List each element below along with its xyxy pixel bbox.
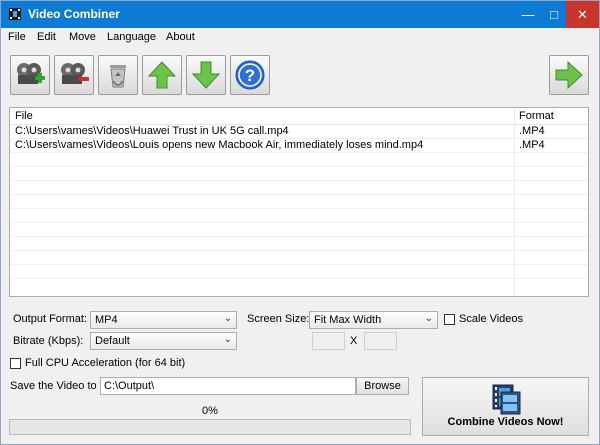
empty-row-line bbox=[10, 222, 588, 223]
screen-size-value: Fit Max Width bbox=[314, 314, 382, 326]
arrow-down-icon bbox=[191, 61, 221, 89]
app-window: Video Combiner — □ ✕ File Edit Move Lang… bbox=[0, 0, 600, 445]
table-row[interactable]: C:\Users\vames\Videos\Louis opens new Ma… bbox=[10, 139, 588, 153]
output-path-value: C:\Output\ bbox=[104, 380, 155, 392]
scale-videos-checkbox[interactable] bbox=[444, 314, 455, 325]
save-to-label: Save the Video to bbox=[10, 380, 97, 392]
format-cell: .MP4 bbox=[519, 139, 545, 151]
bitrate-label: Bitrate (Kbps): bbox=[13, 335, 84, 347]
close-button[interactable]: ✕ bbox=[566, 1, 599, 28]
file-path-cell: C:\Users\vames\Videos\Louis opens new Ma… bbox=[15, 139, 424, 151]
title-bar[interactable]: Video Combiner — □ ✕ bbox=[1, 1, 599, 28]
chevron-down-icon: ⌄ bbox=[223, 313, 232, 324]
menu-file[interactable]: File bbox=[8, 31, 26, 43]
full-cpu-checkbox[interactable] bbox=[10, 358, 21, 369]
output-format-label: Output Format: bbox=[13, 313, 87, 325]
help-button[interactable]: ? bbox=[230, 55, 270, 95]
film-strip-icon bbox=[492, 384, 521, 415]
film-remove-icon bbox=[61, 63, 89, 84]
empty-row-line bbox=[10, 194, 588, 195]
svg-text:?: ? bbox=[245, 66, 255, 85]
file-list[interactable]: File Format C:\Users\vames\Videos\Huawei… bbox=[9, 107, 589, 297]
browse-button[interactable]: Browse bbox=[356, 377, 409, 395]
output-format-value: MP4 bbox=[95, 314, 118, 326]
size-separator: X bbox=[350, 335, 358, 347]
chevron-down-icon: ⌄ bbox=[223, 334, 232, 345]
close-icon: ✕ bbox=[577, 6, 588, 22]
column-header-file[interactable]: File bbox=[15, 110, 33, 122]
menu-move[interactable]: Move bbox=[69, 31, 96, 43]
help-icon: ? bbox=[235, 60, 265, 90]
arrow-up-icon bbox=[147, 61, 177, 89]
file-path-cell: C:\Users\vames\Videos\Huawei Trust in UK… bbox=[15, 125, 289, 137]
empty-row-line bbox=[10, 208, 588, 209]
combine-videos-button[interactable]: Combine Videos Now! bbox=[422, 377, 589, 436]
minimize-icon: — bbox=[521, 7, 535, 22]
width-field[interactable] bbox=[312, 332, 345, 350]
move-up-button[interactable] bbox=[142, 55, 182, 95]
screen-size-label: Screen Size: bbox=[247, 313, 310, 325]
menu-about[interactable]: About bbox=[166, 31, 195, 43]
output-path-field[interactable]: C:\Output\ bbox=[100, 377, 356, 395]
column-header-format[interactable]: Format bbox=[519, 110, 554, 122]
empty-row-line bbox=[10, 250, 588, 251]
menu-bar: File Edit Move Language About bbox=[1, 28, 599, 48]
progress-bar bbox=[9, 419, 411, 435]
format-cell: .MP4 bbox=[519, 125, 545, 137]
chevron-down-icon: ⌄ bbox=[424, 313, 433, 324]
empty-row-line bbox=[10, 236, 588, 237]
file-list-header: File Format bbox=[10, 108, 588, 125]
screen-size-select[interactable]: Fit Max Width ⌄ bbox=[309, 311, 438, 329]
add-video-button[interactable] bbox=[10, 55, 50, 95]
minimize-button[interactable]: — bbox=[515, 1, 541, 28]
move-down-button[interactable] bbox=[186, 55, 226, 95]
maximize-button[interactable]: □ bbox=[541, 1, 567, 28]
film-app-icon bbox=[9, 8, 21, 20]
window-title: Video Combiner bbox=[28, 7, 120, 21]
output-format-select[interactable]: MP4 ⌄ bbox=[90, 311, 237, 329]
empty-row-line bbox=[10, 264, 588, 265]
recycle-bin-icon bbox=[110, 65, 126, 88]
combine-videos-label: Combine Videos Now! bbox=[447, 416, 564, 428]
menu-edit[interactable]: Edit bbox=[37, 31, 56, 43]
empty-row-line bbox=[10, 278, 588, 279]
table-row[interactable]: C:\Users\vames\Videos\Huawei Trust in UK… bbox=[10, 125, 588, 139]
scale-videos-label: Scale Videos bbox=[459, 313, 524, 325]
clear-list-button[interactable] bbox=[98, 55, 138, 95]
empty-row-line bbox=[10, 166, 588, 167]
maximize-icon: □ bbox=[550, 7, 558, 22]
arrow-right-icon bbox=[555, 60, 583, 90]
next-button[interactable] bbox=[549, 55, 589, 95]
film-add-icon bbox=[17, 63, 45, 84]
bitrate-value: Default bbox=[95, 335, 130, 347]
progress-percent: 0% bbox=[202, 405, 218, 417]
remove-video-button[interactable] bbox=[54, 55, 94, 95]
height-field[interactable] bbox=[364, 332, 397, 350]
full-cpu-label: Full CPU Acceleration (for 64 bit) bbox=[25, 357, 186, 369]
menu-language[interactable]: Language bbox=[107, 31, 156, 43]
empty-row-line bbox=[10, 180, 588, 181]
bitrate-select[interactable]: Default ⌄ bbox=[90, 332, 237, 350]
